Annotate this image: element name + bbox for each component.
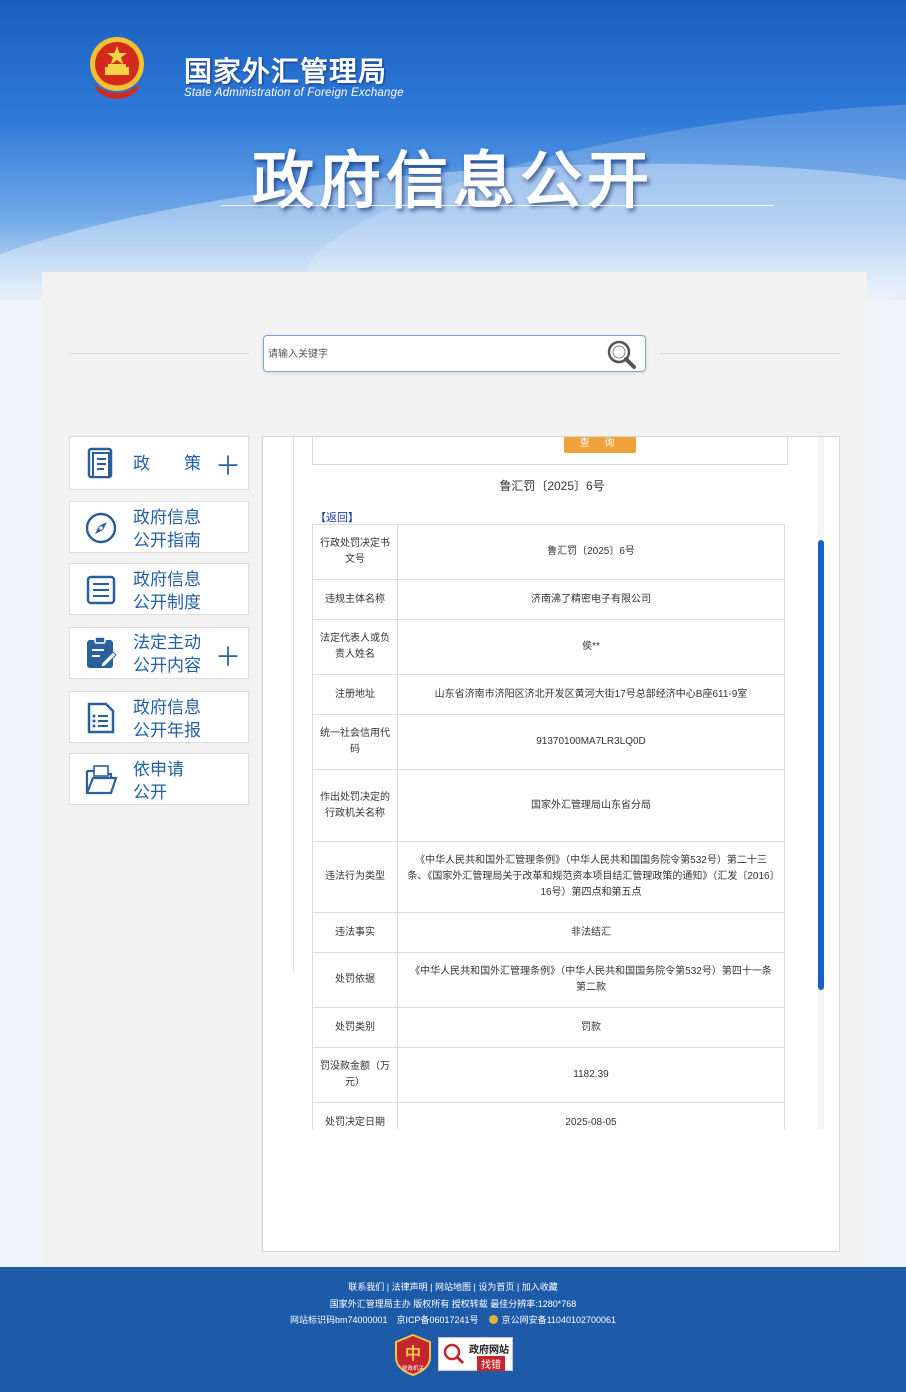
row-key: 作出处罚决定的行政机关名称	[312, 769, 398, 842]
sidebar-item-label: 法定主动 公开内容	[133, 633, 201, 675]
sidebar-item-annual-report[interactable]: 政府信息 公开年报	[69, 691, 249, 743]
row-value: 济南沸了精密电子有限公司	[397, 579, 785, 620]
search-divider-left	[69, 353, 249, 354]
badge-subtitle: 找错	[477, 1356, 505, 1371]
row-key: 罚没款金额（万元）	[312, 1047, 398, 1103]
row-key: 处罚依据	[312, 952, 398, 1008]
folder-open-icon	[85, 765, 118, 795]
footer-icp: 网站标识码bm74000001 京ICP备06017241号	[289, 1315, 479, 1325]
table-row: 处罚类别 罚款	[312, 1007, 785, 1048]
sidebar-item-label: 政府信息 公开指南	[133, 508, 201, 550]
content-guide-line	[293, 437, 294, 972]
penalty-info-table: 行政处罚决定书文号 鲁汇罚〔2025〕6号 违规主体名称 济南沸了精密电子有限公…	[312, 524, 785, 1129]
search-input[interactable]	[268, 344, 588, 364]
agency-name-en: State Administration of Foreign Exchange	[184, 87, 404, 99]
table-row: 处罚依据 《中华人民共和国外汇管理条例》（中华人民共和国国务院令第532号）第四…	[312, 952, 785, 1008]
row-value: 鲁汇罚〔2025〕6号	[397, 524, 785, 580]
table-row: 违规主体名称 济南沸了精密电子有限公司	[312, 579, 785, 620]
row-key: 违法事实	[312, 912, 398, 953]
national-emblem-icon	[90, 37, 144, 99]
list-icon	[86, 575, 116, 605]
table-row: 统一社会信用代码 91370100MA7LR3LQ0D	[312, 714, 785, 770]
footer-copyright: 国家外汇管理局主办 版权所有 授权转载 最佳分辨率:1280*768	[329, 1299, 577, 1309]
badge-title: 政府网站	[469, 1345, 509, 1356]
sidebar-item-label: 政 策	[133, 454, 201, 473]
title-divider	[221, 205, 774, 206]
row-key: 违法行为类型	[312, 841, 398, 913]
table-row: 处罚决定日期 2025-08-05	[312, 1102, 785, 1129]
row-value: 《中华人民共和国外汇管理条例》（中华人民共和国国务院令第532号）第四十一条第二…	[397, 952, 785, 1008]
footer-link-favorite[interactable]: 加入收藏	[522, 1282, 558, 1292]
table-row: 作出处罚决定的行政机关名称 国家外汇管理局山东省分局	[312, 769, 785, 842]
row-value: 91370100MA7LR3LQ0D	[397, 714, 785, 770]
header-banner: 国家外汇管理局 State Administration of Foreign …	[0, 0, 906, 300]
row-key: 统一社会信用代码	[312, 714, 398, 770]
content-scroll-area[interactable]: 查 询 鲁汇罚〔2025〕6号 【返回】 行政处罚决定书文号 鲁汇罚〔2025〕…	[263, 437, 841, 1129]
footer-link-contact[interactable]: 联系我们	[348, 1282, 384, 1292]
search-box	[263, 335, 646, 372]
svg-text:中: 中	[405, 1344, 421, 1363]
footer-link-set-home[interactable]: 设为首页	[478, 1282, 514, 1292]
table-row: 违法事实 非法结汇	[312, 912, 785, 953]
scrollbar-thumb[interactable]	[818, 540, 824, 990]
row-value: 《中华人民共和国外汇管理条例》（中华人民共和国国务院令第532号）第二十三条、《…	[397, 841, 785, 913]
expand-plus-icon[interactable]: ＋	[215, 644, 241, 670]
agency-name-cn: 国家外汇管理局	[184, 56, 388, 87]
sidebar-item-on-application[interactable]: 依申请 公开	[69, 753, 249, 805]
row-key: 处罚类别	[312, 1007, 398, 1048]
footer-police-record: 京公网安备11040102700061	[501, 1315, 617, 1325]
query-button[interactable]: 查 询	[564, 437, 636, 453]
back-link[interactable]: 【返回】	[315, 509, 359, 525]
footer-links: 联系我们 | 法律声明 | 网站地图 | 设为首页 | 加入收藏	[348, 1282, 558, 1292]
clipboard-edit-icon	[87, 636, 117, 668]
expand-plus-icon[interactable]: ＋	[215, 453, 241, 479]
table-row: 违法行为类型 《中华人民共和国外汇管理条例》（中华人民共和国国务院令第532号）…	[312, 841, 785, 913]
document-number: 鲁汇罚〔2025〕6号	[499, 479, 605, 493]
magnifier-icon	[443, 1343, 465, 1365]
police-badge-icon	[489, 1315, 499, 1324]
party-government-badge-icon[interactable]: 中 党政机关	[393, 1333, 433, 1377]
row-key: 违规主体名称	[312, 579, 398, 620]
row-value: 1182.39	[397, 1047, 785, 1103]
row-key: 法定代表人或负责人姓名	[312, 619, 398, 675]
search-divider-right	[660, 353, 840, 354]
footer: 联系我们 | 法律声明 | 网站地图 | 设为首页 | 加入收藏 国家外汇管理局…	[0, 1267, 906, 1392]
page-title: 政府信息公开	[251, 147, 654, 216]
row-value: 侯**	[397, 619, 785, 675]
sidebar-item-label: 政府信息 公开制度	[133, 570, 201, 612]
sidebar-item-active-disclosure[interactable]: 法定主动 公开内容 ＋	[69, 627, 249, 679]
table-row: 罚没款金额（万元） 1182.39	[312, 1047, 785, 1103]
row-key: 行政处罚决定书文号	[312, 524, 398, 580]
row-key: 处罚决定日期	[312, 1102, 398, 1129]
table-row: 注册地址 山东省济南市济阳区济北开发区黄河大街17号总部经济中心B座611-9室	[312, 674, 785, 715]
footer-link-legal[interactable]: 法律声明	[392, 1282, 428, 1292]
footer-link-sitemap[interactable]: 网站地图	[435, 1282, 471, 1292]
footer-registration: 网站标识码bm74000001 京ICP备06017241号 京公网安备1104…	[0, 1313, 906, 1326]
sidebar-item-policy[interactable]: 政 策 ＋	[69, 436, 249, 490]
row-value: 山东省济南市济阳区济北开发区黄河大街17号总部经济中心B座611-9室	[397, 674, 785, 715]
table-row: 行政处罚决定书文号 鲁汇罚〔2025〕6号	[312, 524, 785, 580]
sidebar-item-label: 依申请 公开	[133, 760, 184, 802]
badge-label: 党政机关	[402, 1364, 425, 1372]
content-area: 查 询 鲁汇罚〔2025〕6号 【返回】 行政处罚决定书文号 鲁汇罚〔2025〕…	[262, 436, 840, 1252]
row-value: 国家外汇管理局山东省分局	[397, 769, 785, 842]
book-icon	[87, 447, 113, 479]
row-key: 注册地址	[312, 674, 398, 715]
report-icon	[87, 702, 115, 734]
table-row: 法定代表人或负责人姓名 侯**	[312, 619, 785, 675]
sidebar-item-system[interactable]: 政府信息 公开制度	[69, 563, 249, 615]
sidebar-item-guide[interactable]: 政府信息 公开指南	[69, 501, 249, 553]
filter-box: 查 询	[312, 437, 788, 465]
search-icon[interactable]	[604, 338, 638, 370]
row-value: 罚款	[397, 1007, 785, 1048]
sidebar-item-label: 政府信息 公开年报	[133, 698, 201, 740]
gov-site-error-report-badge[interactable]: 政府网站 找错	[438, 1337, 513, 1371]
compass-icon	[85, 512, 117, 544]
row-value: 2025-08-05	[397, 1102, 785, 1129]
row-value: 非法结汇	[397, 912, 785, 953]
